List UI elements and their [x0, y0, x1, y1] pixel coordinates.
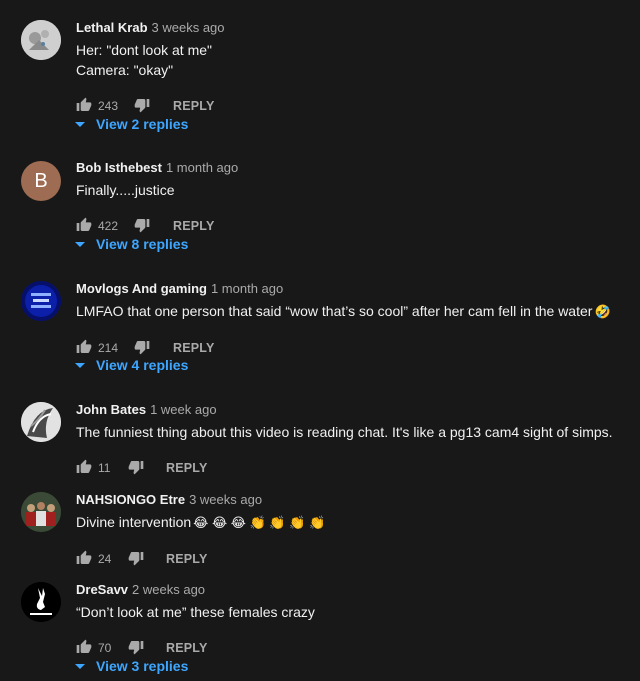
chevron-down-icon: [75, 664, 85, 669]
view-replies-label: View 3 replies: [96, 658, 189, 674]
comment-author[interactable]: NAHSIONGO Etre: [76, 492, 185, 507]
comment-line: LMFAO that one person that said “wow tha…: [76, 303, 593, 319]
comment-text: LMFAO that one person that said “wow tha…: [76, 301, 630, 322]
view-replies-label: View 4 replies: [96, 357, 189, 373]
reply-button[interactable]: REPLY: [173, 219, 215, 233]
comment-time[interactable]: 1 week ago: [150, 402, 217, 417]
thumbs-up-icon[interactable]: [76, 459, 92, 475]
thumbs-down-icon[interactable]: [128, 550, 144, 566]
avatar[interactable]: B: [21, 161, 61, 201]
comment-text: Her: "dont look at me" Camera: "okay": [76, 40, 630, 80]
like-count: 214: [98, 341, 119, 355]
comment-line: Her: "dont look at me": [76, 42, 213, 58]
comment-time[interactable]: 3 weeks ago: [152, 20, 225, 35]
avatar[interactable]: [21, 492, 61, 532]
view-replies-label: View 8 replies: [96, 236, 189, 252]
reply-button[interactable]: REPLY: [173, 99, 215, 113]
chevron-down-icon: [75, 242, 85, 247]
avatar[interactable]: [21, 582, 61, 622]
chevron-down-icon: [75, 122, 85, 127]
view-replies-label: View 2 replies: [96, 116, 189, 132]
thumbs-up-icon[interactable]: [76, 339, 92, 355]
like-count: 243: [98, 99, 119, 113]
thumbs-down-icon[interactable]: [134, 97, 150, 113]
grey-avatar-icon: [21, 20, 61, 60]
blue-channel-avatar-icon: [21, 281, 61, 321]
thumbs-down-icon[interactable]: [134, 339, 150, 355]
emoji: 🤣: [594, 304, 611, 319]
comment-author[interactable]: DreSavv: [76, 582, 128, 597]
comment-line: Divine intervention: [76, 514, 192, 530]
like-count: 24: [98, 552, 112, 566]
thumbs-up-icon[interactable]: [76, 97, 92, 113]
comment-text: The funniest thing about this video is r…: [76, 422, 630, 442]
comment-text: Divine intervention 😂 😂 😂 👏 👏 👏 👏: [76, 512, 630, 533]
avatar[interactable]: [21, 402, 61, 442]
avatar[interactable]: [21, 20, 61, 60]
thumbs-up-icon[interactable]: [76, 550, 92, 566]
emoji: 😂 😂 😂 👏 👏 👏 👏: [193, 515, 326, 530]
thumbs-down-icon[interactable]: [134, 217, 150, 233]
comment-text: Finally.....justice: [76, 180, 630, 200]
comment-time[interactable]: 1 month ago: [166, 160, 238, 175]
comment-time[interactable]: 2 weeks ago: [132, 582, 205, 597]
comment-time[interactable]: 1 month ago: [211, 281, 283, 296]
reply-button[interactable]: REPLY: [166, 461, 208, 475]
reply-button[interactable]: REPLY: [166, 552, 208, 566]
comment-author[interactable]: John Bates: [76, 402, 146, 417]
comment-time[interactable]: 3 weeks ago: [189, 492, 262, 507]
bw-avatar-icon: [21, 402, 61, 442]
thumbs-down-icon[interactable]: [128, 459, 144, 475]
thumbs-down-icon[interactable]: [128, 639, 144, 655]
like-count: 70: [98, 641, 112, 655]
chevron-down-icon: [75, 363, 85, 368]
like-count: 11: [98, 461, 111, 475]
reply-button[interactable]: REPLY: [166, 641, 208, 655]
thumbs-up-icon[interactable]: [76, 639, 92, 655]
playboy-bunny-avatar-icon: [21, 582, 61, 622]
comment-line: “Don’t look at me” these females crazy: [76, 604, 315, 620]
comment-text: “Don’t look at me” these females crazy: [76, 602, 630, 622]
thumbs-up-icon[interactable]: [76, 217, 92, 233]
comment-line: Camera: "okay": [76, 62, 174, 78]
reply-button[interactable]: REPLY: [173, 341, 215, 355]
avatar[interactable]: [21, 281, 61, 321]
comment-line: Finally.....justice: [76, 182, 175, 198]
group-avatar-icon: [21, 492, 61, 532]
comment-line: The funniest thing about this video is r…: [76, 424, 613, 440]
comment-author[interactable]: Lethal Krab: [76, 20, 148, 35]
comment-author[interactable]: Bob Isthebest: [76, 160, 162, 175]
comment-author[interactable]: Movlogs And gaming: [76, 281, 207, 296]
avatar-letter: B: [34, 170, 48, 192]
like-count: 422: [98, 219, 119, 233]
